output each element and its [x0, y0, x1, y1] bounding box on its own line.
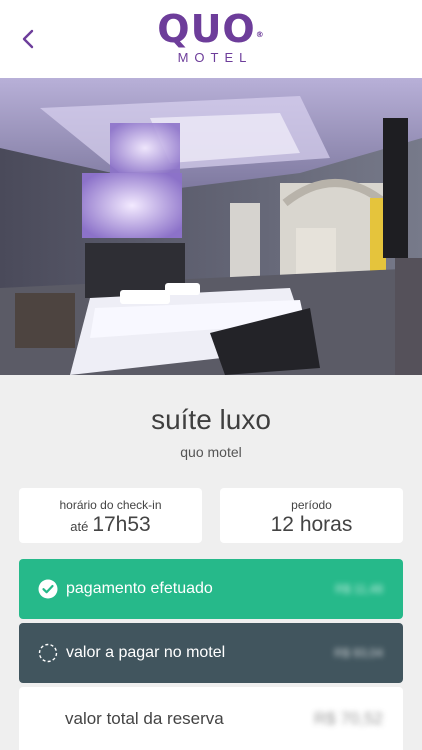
room-photo — [0, 78, 422, 375]
motel-name: quo motel — [180, 444, 242, 460]
payment-done-amount: R$ 11,48 — [335, 582, 383, 596]
checkin-prefix: até — [70, 519, 89, 534]
check-circle-icon — [38, 579, 58, 599]
room-name: suíte luxo — [151, 404, 271, 435]
pay-at-motel-row[interactable]: valor a pagar no motel R$ 93,04 — [19, 623, 403, 683]
checkin-time: 17h53 — [92, 513, 151, 536]
period-value: 12 horas — [270, 513, 353, 536]
total-row: valor total da reserva R$ 70,52 — [19, 687, 403, 750]
brand-logo: QUO® MOTEL — [0, 10, 422, 65]
total-label: valor total da reserva — [65, 708, 224, 728]
pay-at-motel-amount: R$ 93,04 — [334, 646, 383, 660]
payment-done-label: pagamento efetuado — [66, 580, 213, 597]
logo-text: QUO — [157, 7, 256, 51]
pay-at-motel-label: valor a pagar no motel — [66, 644, 226, 661]
top-bar: QUO® MOTEL — [0, 0, 422, 78]
dashed-circle-icon — [38, 643, 58, 663]
total-amount: R$ 70,52 — [314, 708, 383, 728]
registered-mark: ® — [255, 30, 265, 39]
checkin-card: horário do check-in até 17h53 — [19, 488, 202, 543]
logo-subtext: MOTEL — [177, 50, 253, 65]
period-card: período 12 horas — [220, 488, 403, 543]
period-label: período — [291, 498, 332, 512]
checkin-label: horário do check-in — [59, 498, 162, 512]
payment-done-row[interactable]: pagamento efetuado R$ 11,48 — [19, 559, 403, 619]
